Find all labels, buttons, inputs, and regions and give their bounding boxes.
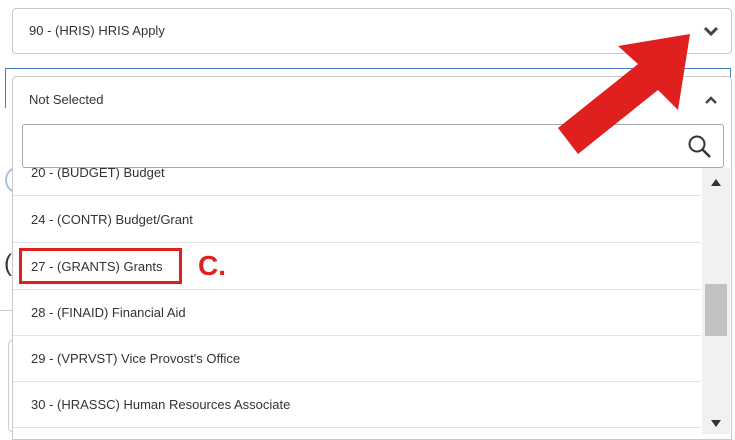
scrollbar-thumb[interactable] bbox=[705, 284, 727, 336]
highlight-box bbox=[19, 248, 182, 284]
scroll-up-arrow-icon[interactable] bbox=[710, 178, 722, 188]
list-scrollbar[interactable] bbox=[702, 168, 730, 434]
option-label: 28 - (FINAID) Financial Aid bbox=[31, 305, 186, 320]
list-item[interactable]: 29 - (VPRVST) Vice Provost's Office bbox=[13, 336, 701, 382]
select-value: 90 - (HRIS) HRIS Apply bbox=[29, 23, 165, 38]
list-item[interactable]: 30 - (HRASSC) Human Resources Associate bbox=[13, 382, 701, 428]
list-item[interactable]: 24 - (CONTR) Budget/Grant bbox=[13, 197, 701, 243]
option-label: 24 - (CONTR) Budget/Grant bbox=[31, 212, 193, 227]
red-arrow-icon bbox=[558, 34, 690, 154]
option-list: 20 - (BUDGET) Budget 24 - (CONTR) Budget… bbox=[13, 168, 701, 436]
background-heading-partial: ( bbox=[4, 250, 12, 277]
background-divider bbox=[0, 310, 12, 311]
list-item[interactable]: 20 - (BUDGET) Budget bbox=[13, 168, 701, 196]
option-label: 30 - (HRASSC) Human Resources Associate bbox=[31, 397, 291, 412]
option-label: 20 - (BUDGET) Budget bbox=[31, 168, 165, 180]
scroll-down-arrow-icon[interactable] bbox=[710, 418, 722, 428]
annotation-label: C. bbox=[198, 250, 226, 281]
select-value: Not Selected bbox=[29, 92, 104, 107]
list-item[interactable]: 28 - (FINAID) Financial Aid bbox=[13, 290, 701, 336]
option-label: 29 - (VPRVST) Vice Provost's Office bbox=[31, 351, 241, 366]
